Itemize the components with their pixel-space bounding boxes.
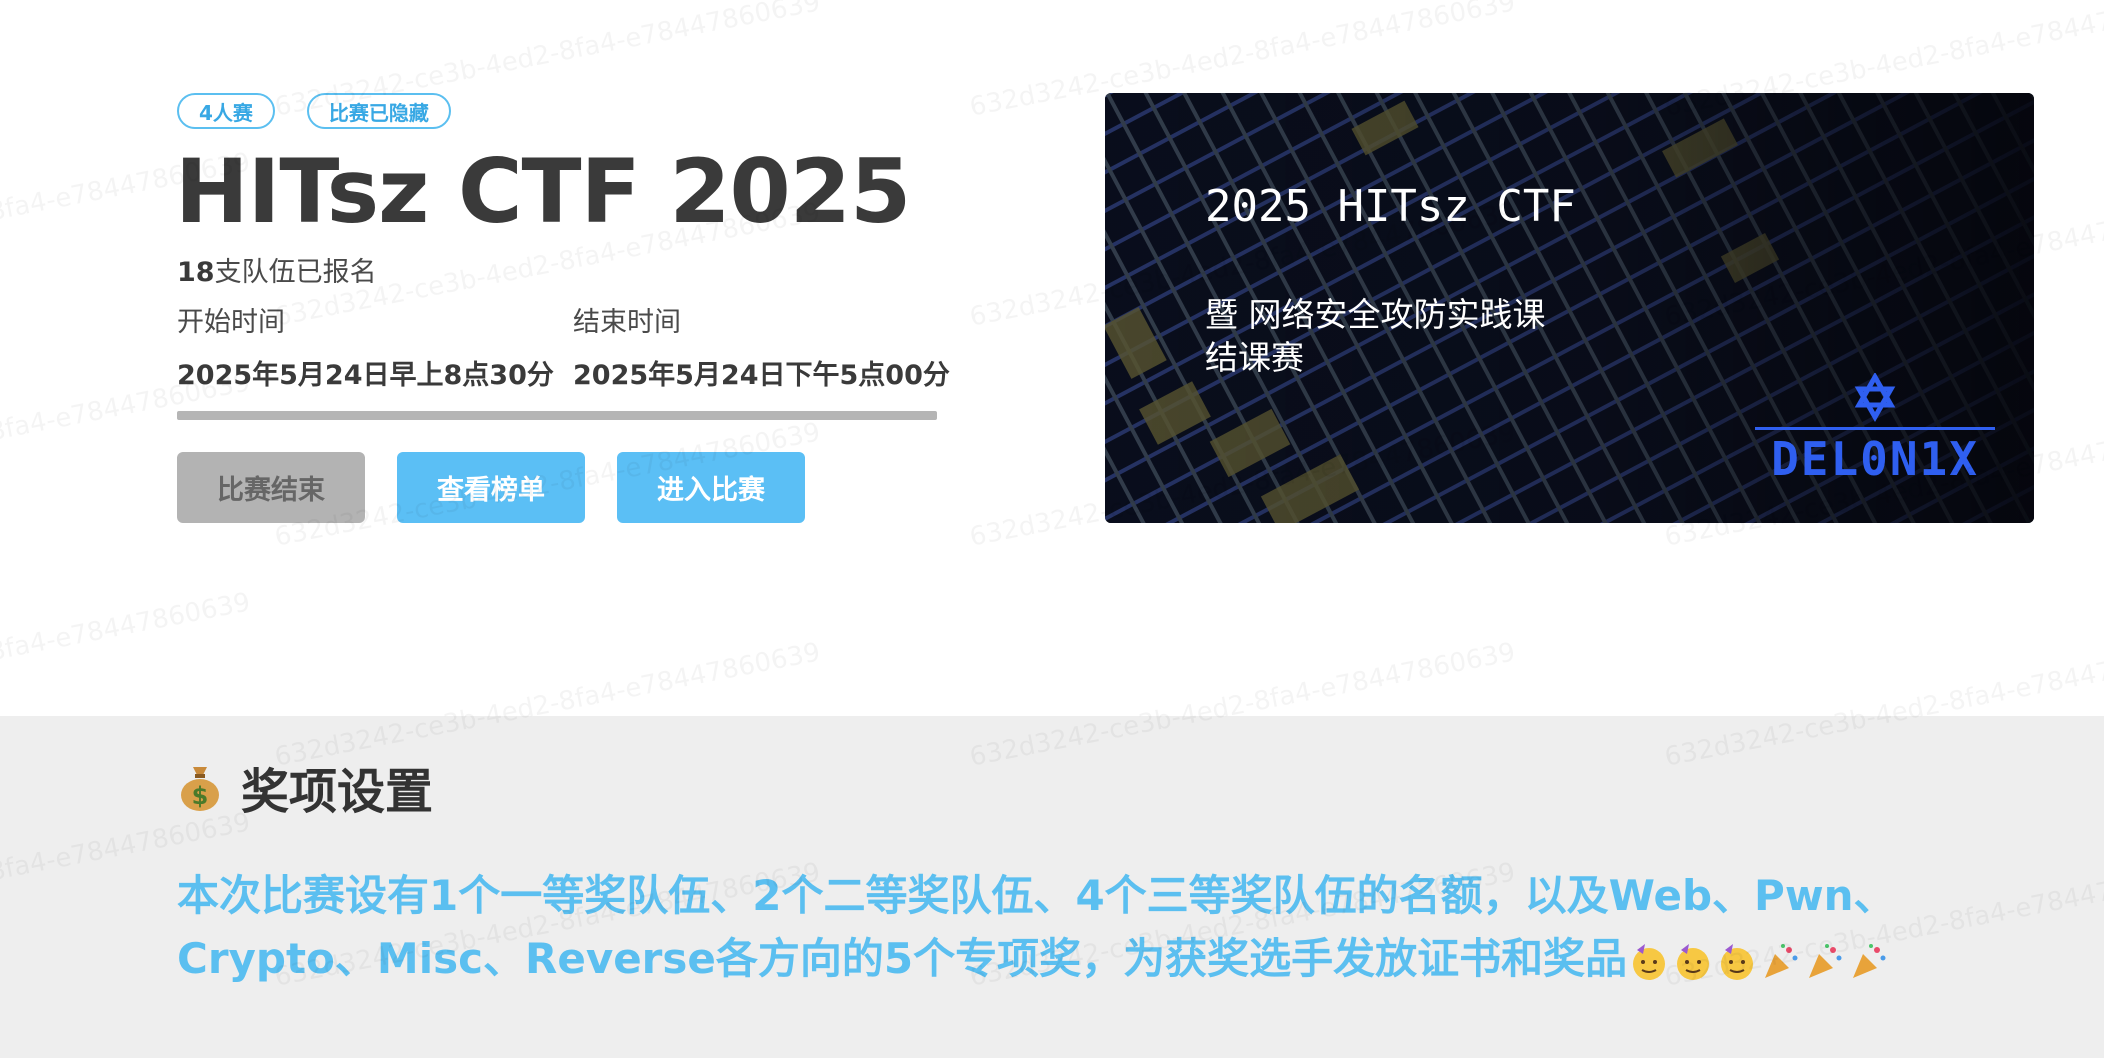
team-size-tag: 4人赛 — [177, 93, 275, 129]
banner-subtitle-line1: 暨 网络安全攻防实践课 — [1205, 295, 1546, 334]
svg-text:$: $ — [192, 782, 209, 810]
delonix-logo: DEL0N1X — [1755, 371, 1995, 486]
contest-ended-button[interactable]: 比赛结束 — [177, 452, 365, 523]
banner-subtitle: 暨 网络安全攻防实践课 结课赛 — [1205, 293, 1625, 379]
start-time: 开始时间 2025年5月24日早上8点30分 — [177, 300, 554, 392]
start-time-label: 开始时间 — [177, 307, 285, 338]
registered-teams: 18支队伍已报名 — [177, 250, 377, 289]
start-time-value: 2025年5月24日早上8点30分 — [177, 360, 554, 391]
hidden-status-tag: 比赛已隐藏 — [306, 93, 451, 129]
banner-subtitle-line2: 结课赛 — [1205, 338, 1304, 377]
contest-progress-bar — [177, 411, 937, 420]
delonix-logo-text: DEL0N1X — [1755, 427, 1995, 486]
partying-face-icon — [1721, 943, 1754, 980]
end-time-value: 2025年5月24日下午5点00分 — [573, 360, 950, 391]
action-buttons: 比赛结束 查看榜单 进入比赛 — [177, 452, 805, 523]
enter-contest-button[interactable]: 进入比赛 — [617, 452, 805, 523]
party-popper-icon — [1765, 943, 1798, 978]
contest-banner-image: 2025 HITsz CTF 暨 网络安全攻防实践课 结课赛 DEL0N1X — [1105, 93, 2034, 523]
end-time: 结束时间 2025年5月24日下午5点00分 — [573, 300, 950, 392]
registered-label: 支队伍已报名 — [214, 257, 377, 288]
party-popper-icon — [1809, 943, 1842, 978]
contest-hero: 4人赛 比赛已隐藏 HITsz CTF 2025 18支队伍已报名 开始时间 2… — [0, 0, 2104, 716]
view-leaderboard-button[interactable]: 查看榜单 — [397, 452, 585, 523]
registered-count: 18 — [177, 257, 215, 288]
emoji-row — [1629, 942, 1889, 982]
tag-row: 4人赛 比赛已隐藏 — [177, 93, 451, 129]
prize-description: 本次比赛设有1个一等奖队伍、2个二等奖队伍、4个三等奖队伍的名额，以及Web、P… — [177, 864, 1997, 990]
banner-title: 2025 HITsz CTF — [1205, 181, 1576, 232]
star-of-david-icon — [1854, 371, 1896, 423]
partying-face-icon — [1677, 943, 1710, 980]
party-popper-icon — [1853, 943, 1886, 978]
money-bag-icon: $ — [181, 767, 219, 811]
end-time-label: 结束时间 — [573, 307, 681, 338]
partying-face-icon — [1633, 943, 1666, 980]
prize-section: $ 奖项设置 本次比赛设有1个一等奖队伍、2个二等奖队伍、4个三等奖队伍的名额，… — [0, 716, 2104, 1058]
prize-heading-text: 奖项设置 — [241, 764, 434, 820]
prize-heading: $ 奖项设置 — [177, 752, 433, 822]
contest-title: HITsz CTF 2025 — [175, 140, 911, 243]
